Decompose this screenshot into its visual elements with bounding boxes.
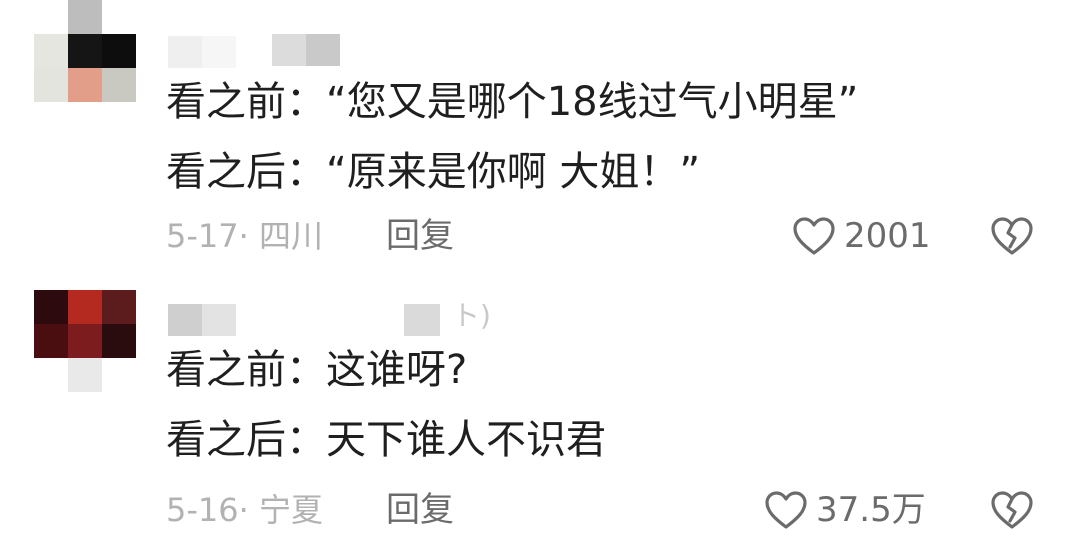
username-pixelated[interactable] <box>272 34 340 66</box>
comment-item-2: ト) 看之前：这谁呀? 看之后：天下谁人不识君 5-16· 宁夏 回复 37.5… <box>0 290 1080 559</box>
dislike-button[interactable] <box>990 490 1034 530</box>
username-pixelated[interactable] <box>168 36 236 68</box>
comment-text-line: 看之后：天下谁人不识君 <box>166 417 606 463</box>
like-button[interactable]: 2001 <box>792 216 931 256</box>
avatar[interactable] <box>34 290 136 392</box>
heart-icon <box>793 217 835 255</box>
broken-heart-icon <box>991 491 1033 529</box>
username-pixelated[interactable] <box>404 304 440 336</box>
reply-button[interactable]: 回复 <box>386 216 454 256</box>
comment-date-location: 5-16· 宁夏 <box>166 491 323 529</box>
username-pixelated[interactable] <box>168 304 236 336</box>
comment-item-1: 看之前：“您又是哪个18线过气小明星” 看之后：“原来是你啊 大姐！” 5-17… <box>0 0 1080 275</box>
username-tail: ト) <box>452 299 491 332</box>
like-count: 2001 <box>844 216 931 256</box>
like-button[interactable]: 37.5万 <box>764 490 926 530</box>
comment-text-line: 看之前：这谁呀? <box>166 347 468 393</box>
broken-heart-icon <box>991 217 1033 255</box>
comment-text-line: 看之后：“原来是你啊 大姐！” <box>166 149 701 195</box>
comment-text-line: 看之前：“您又是哪个18线过气小明星” <box>166 79 859 125</box>
like-count: 37.5万 <box>816 490 926 530</box>
comment-date-location: 5-17· 四川 <box>166 217 323 255</box>
heart-icon <box>765 491 807 529</box>
reply-button[interactable]: 回复 <box>386 490 454 530</box>
avatar[interactable] <box>34 0 136 102</box>
dislike-button[interactable] <box>990 216 1034 256</box>
